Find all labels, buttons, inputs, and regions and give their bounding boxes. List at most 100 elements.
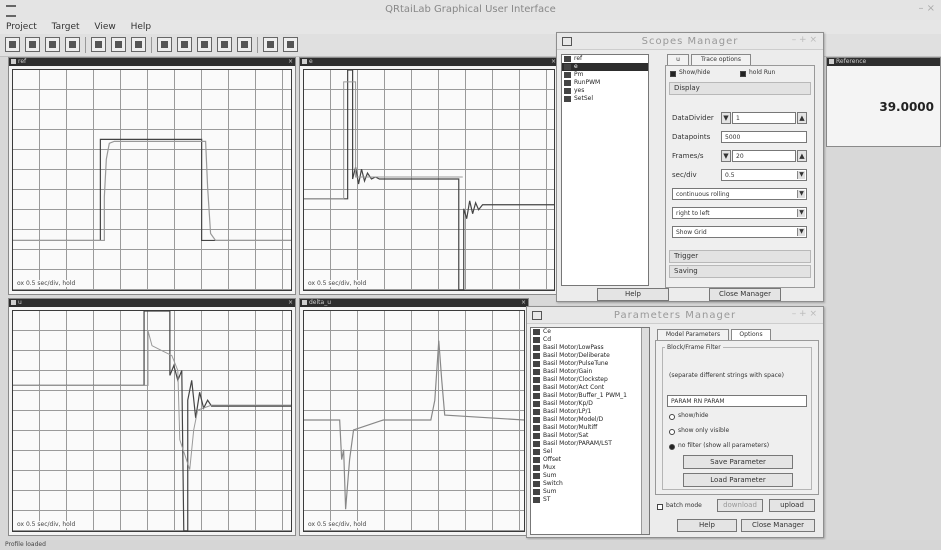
close-manager-button[interactable]: Close Manager: [709, 288, 781, 301]
log-icon[interactable]: [217, 37, 232, 52]
list-item[interactable]: Basil Motor/Kp/D: [531, 400, 649, 408]
show-hide-label: show/hide: [678, 412, 709, 419]
help-button[interactable]: Help: [597, 288, 669, 301]
list-item[interactable]: Basil Motor/Act Cont: [531, 384, 649, 392]
tile-icon[interactable]: [237, 37, 252, 52]
list-item[interactable]: ST: [531, 496, 649, 504]
about-icon[interactable]: [283, 37, 298, 52]
list-item[interactable]: Offset: [531, 456, 649, 464]
list-item[interactable]: Basil Motor/Clockstep: [531, 376, 649, 384]
save-parameter-button[interactable]: Save Parameter: [683, 455, 793, 469]
list-item[interactable]: Basil Motor/Multiff: [531, 424, 649, 432]
list-scrollbar[interactable]: [641, 328, 649, 534]
menu-project[interactable]: Project: [6, 20, 37, 34]
decrease-button[interactable]: ▼: [721, 150, 731, 162]
parameters-list[interactable]: Ce Cd Basil Motor/LowPass Basil Motor/De…: [530, 327, 650, 535]
list-item[interactable]: Basil Motor/Deliberate: [531, 352, 649, 360]
help-button[interactable]: Help: [677, 519, 737, 532]
trigger-section[interactable]: Trigger: [669, 250, 811, 263]
filter-field[interactable]: PARAM RN PARAM: [667, 395, 807, 407]
list-item[interactable]: Basil Motor/LP/1: [531, 408, 649, 416]
show-hide-radio[interactable]: [669, 414, 675, 420]
list-item[interactable]: SetSel: [562, 95, 648, 103]
close-icon[interactable]: ×: [288, 299, 293, 307]
list-item[interactable]: yes: [562, 87, 648, 95]
list-item[interactable]: e: [562, 63, 648, 71]
stop-icon[interactable]: [177, 37, 192, 52]
batch-mode-checkbox[interactable]: [657, 504, 663, 510]
menu-target[interactable]: Target: [52, 20, 80, 34]
increase-button[interactable]: ▲: [797, 112, 807, 124]
scope-plot[interactable]: ox 0.5 sec/div, hold: [303, 69, 555, 291]
toolbar-separator: [85, 37, 86, 53]
tab-u[interactable]: u: [667, 54, 689, 65]
datapoints-label: Datapoints: [672, 133, 711, 141]
scopes-icon[interactable]: [111, 37, 126, 52]
leds-icon[interactable]: [157, 37, 172, 52]
hold-checkbox[interactable]: [740, 71, 746, 77]
show-hide-checkbox[interactable]: [670, 71, 676, 77]
list-item[interactable]: Pm: [562, 71, 648, 79]
list-item[interactable]: Basil Motor/LowPass: [531, 344, 649, 352]
window-controls[interactable]: – ×: [918, 3, 935, 14]
scope-plot[interactable]: ox 0.5 sec/div, hold: [12, 69, 292, 291]
meters-icon[interactable]: [131, 37, 146, 52]
list-item[interactable]: Sum: [531, 472, 649, 480]
sec-div-select[interactable]: 0.5 ▼: [721, 169, 807, 181]
scope-icon: [11, 59, 16, 64]
list-item[interactable]: Basil Motor/PulseTune: [531, 360, 649, 368]
list-item[interactable]: Switch: [531, 480, 649, 488]
scope-window-ref: ref × ox 0.5 sec/div, hold: [8, 57, 296, 295]
scope-plot[interactable]: ox 0.5 sec/div, hold: [12, 310, 292, 532]
increase-button[interactable]: ▲: [797, 150, 807, 162]
decrease-button[interactable]: ▼: [721, 112, 731, 124]
parameters-icon[interactable]: [91, 37, 106, 52]
no-filter-radio[interactable]: [669, 444, 675, 450]
list-item[interactable]: Sum: [531, 488, 649, 496]
direction-select[interactable]: right to left ▼: [672, 207, 807, 219]
load-parameter-button[interactable]: Load Parameter: [683, 473, 793, 487]
scopes-list[interactable]: ref e Pm RunPWM yes SetSel: [561, 54, 649, 286]
menu-help[interactable]: Help: [131, 20, 152, 34]
display-section[interactable]: Display: [669, 82, 811, 95]
close-icon[interactable]: ×: [288, 58, 293, 66]
tab-options[interactable]: Options: [731, 329, 771, 340]
list-item[interactable]: Cd: [531, 336, 649, 344]
list-item[interactable]: Basil Motor/Buffer_1 PWM_1: [531, 392, 649, 400]
scope-plot[interactable]: ox 0.5 sec/div, hold: [303, 310, 525, 532]
mode-select[interactable]: continuous rolling ▼: [672, 188, 807, 200]
help-icon[interactable]: [263, 37, 278, 52]
list-item[interactable]: Basil Motor/Sat: [531, 432, 649, 440]
grid-select[interactable]: Show Grid ▼: [672, 226, 807, 238]
start-icon[interactable]: [65, 37, 80, 52]
list-item[interactable]: Basil Motor/Gain: [531, 368, 649, 376]
show-only-visible-radio[interactable]: [669, 429, 675, 435]
synoptic-icon[interactable]: [197, 37, 212, 52]
list-item[interactable]: Basil Motor/Model/D: [531, 416, 649, 424]
list-item[interactable]: Basil Motor/PARAM/LST: [531, 440, 649, 448]
datapoints-field[interactable]: 5000: [721, 131, 807, 143]
save-icon[interactable]: [45, 37, 60, 52]
meter-value: 39.0000: [879, 100, 934, 114]
list-item[interactable]: Ce: [531, 328, 649, 336]
tab-model-parameters[interactable]: Model Parameters: [657, 329, 729, 340]
download-button[interactable]: download: [717, 499, 763, 512]
list-item[interactable]: Sel: [531, 448, 649, 456]
list-item[interactable]: RunPWM: [562, 79, 648, 87]
list-item[interactable]: Mux: [531, 464, 649, 472]
menu-view[interactable]: View: [94, 20, 115, 34]
tab-trace-options[interactable]: Trace options: [691, 54, 751, 65]
window-controls[interactable]: – + ×: [792, 35, 817, 45]
grid-value: Show Grid: [676, 229, 707, 236]
data-divider-field[interactable]: 1: [732, 112, 796, 124]
close-manager-button[interactable]: Close Manager: [741, 519, 815, 532]
window-controls[interactable]: – + ×: [792, 309, 817, 319]
list-item[interactable]: ref: [562, 55, 648, 63]
upload-button[interactable]: upload: [769, 499, 815, 512]
open-icon[interactable]: [25, 37, 40, 52]
frames-field[interactable]: 20: [732, 150, 796, 162]
connect-icon[interactable]: [5, 37, 20, 52]
scope-trace: [13, 311, 291, 531]
scope-icon: [11, 300, 16, 305]
saving-section[interactable]: Saving: [669, 265, 811, 278]
